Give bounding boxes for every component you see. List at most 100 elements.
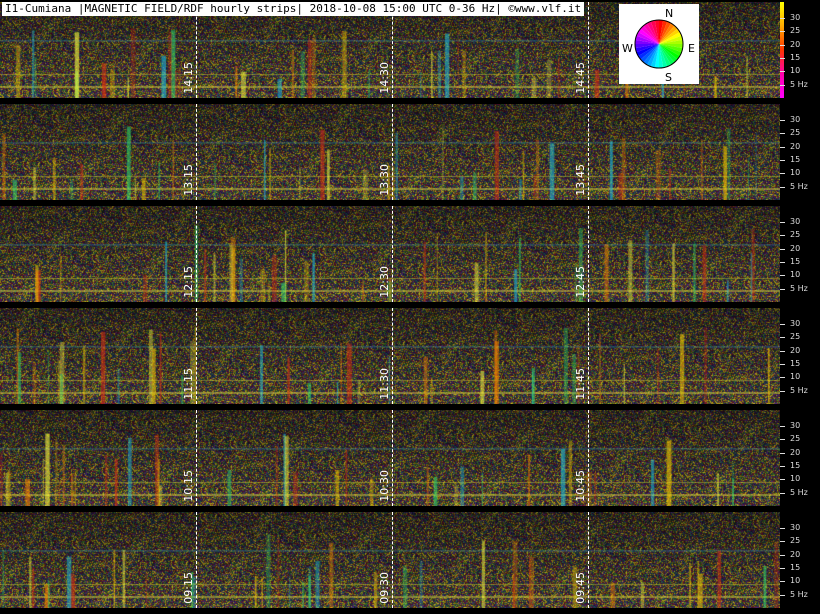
frequency-tick xyxy=(780,235,785,237)
frequency-tick xyxy=(780,452,785,454)
time-marker-label: 10:45 xyxy=(574,470,587,502)
time-marker-label: 13:30 xyxy=(378,164,391,196)
hourly-strip: 09:15 09:30 09:45 xyxy=(0,512,780,608)
frequency-tick-label: 30 xyxy=(790,217,801,226)
frequency-tick xyxy=(780,58,785,59)
frequency-tick xyxy=(780,71,785,73)
frequency-scale: 30 25 20 15 10 5 Hz xyxy=(780,2,820,98)
frequency-tick-label: 10 xyxy=(790,576,801,586)
frequency-tick-label: 20 xyxy=(790,345,801,355)
quarter-hour-divider xyxy=(196,104,197,200)
chart-title: I1-Cumiana |MAGNETIC FIELD/RDF hourly st… xyxy=(2,2,585,16)
frequency-tick-label: 30 xyxy=(790,523,801,532)
time-marker-label: 12:45 xyxy=(574,266,587,298)
hourly-strip: 11:15 11:30 11:45 xyxy=(0,308,780,404)
time-marker-label: 10:15 xyxy=(182,470,195,502)
frequency-tick-label: 20 xyxy=(790,243,801,253)
frequency-tick-label: 15 xyxy=(790,257,801,266)
frequency-tick-label: 25 xyxy=(790,536,801,546)
frequency-tick xyxy=(780,541,785,543)
spectrogram-area: 14:15 14:30 14:45 13:15 13:30 13:45 12:15 12:30… xyxy=(0,0,780,614)
quarter-hour-divider xyxy=(588,206,589,302)
quarter-hour-divider xyxy=(196,410,197,506)
quarter-hour-divider xyxy=(196,308,197,404)
frequency-tick-label: 30 xyxy=(790,421,801,430)
frequency-tick xyxy=(780,492,785,494)
frequency-tick xyxy=(780,364,785,365)
frequency-tick xyxy=(780,222,785,223)
frequency-tick xyxy=(780,146,785,148)
time-marker-label: 11:30 xyxy=(378,368,391,400)
time-marker-label: 11:45 xyxy=(574,368,587,400)
frequency-tick xyxy=(780,120,785,121)
frequency-tick xyxy=(780,568,785,569)
frequency-scale: 30 25 20 15 10 5 Hz xyxy=(780,512,820,608)
time-marker-label: 12:30 xyxy=(378,266,391,298)
compass-west-label: W xyxy=(622,42,633,55)
frequency-tick-label: 25 xyxy=(790,128,801,138)
compass-south-label: S xyxy=(665,71,672,84)
frequency-tick-label: 5 Hz xyxy=(790,79,808,89)
quarter-hour-divider xyxy=(392,206,393,302)
frequency-tick-label: 5 Hz xyxy=(790,181,808,191)
frequency-tick-label: 20 xyxy=(790,39,801,49)
frequency-tick xyxy=(780,439,785,441)
frequency-tick-label: 20 xyxy=(790,447,801,457)
time-marker-label: 09:15 xyxy=(182,572,195,604)
quarter-hour-divider xyxy=(392,410,393,506)
frequency-tick xyxy=(780,377,785,379)
frequency-tick-label: 25 xyxy=(790,26,801,36)
quarter-hour-divider xyxy=(196,206,197,302)
frequency-scale: 30 25 20 15 10 5 Hz xyxy=(780,308,820,404)
frequency-tick xyxy=(780,275,785,277)
frequency-tick xyxy=(780,31,785,33)
frequency-tick-label: 30 xyxy=(790,115,801,124)
frequency-tick-label: 25 xyxy=(790,434,801,444)
frequency-tick xyxy=(780,350,785,352)
frequency-tick-label: 30 xyxy=(790,13,801,22)
hourly-strip: 13:15 13:30 13:45 xyxy=(0,104,780,200)
frequency-tick-label: 10 xyxy=(790,474,801,484)
frequency-tick xyxy=(780,324,785,325)
frequency-scale: 30 25 20 15 10 5 Hz xyxy=(780,410,820,506)
time-marker-label: 13:45 xyxy=(574,164,587,196)
frequency-tick-label: 30 xyxy=(790,319,801,328)
time-marker-label: 14:45 xyxy=(574,62,587,94)
frequency-scale: 30 25 20 15 10 5 Hz xyxy=(780,104,820,200)
frequency-tick-label: 5 Hz xyxy=(790,487,808,497)
frequency-tick xyxy=(780,288,785,290)
frequency-tick xyxy=(780,84,785,86)
frequency-tick xyxy=(780,528,785,529)
frequency-tick xyxy=(780,173,785,175)
compass-graphic: N S E W xyxy=(622,7,695,84)
quarter-hour-divider xyxy=(392,512,393,608)
frequency-tick-label: 10 xyxy=(790,372,801,382)
frequency-tick-label: 15 xyxy=(790,563,801,572)
time-marker-label: 10:30 xyxy=(378,470,391,502)
frequency-tick xyxy=(780,18,785,19)
frequency-tick-label: 25 xyxy=(790,332,801,342)
frequency-tick-label: 10 xyxy=(790,66,801,76)
quarter-hour-divider xyxy=(588,410,589,506)
frequency-tick-label: 5 Hz xyxy=(790,589,808,599)
quarter-hour-divider xyxy=(392,104,393,200)
frequency-tick xyxy=(780,554,785,556)
frequency-tick xyxy=(780,262,785,263)
quarter-hour-divider xyxy=(588,308,589,404)
frequency-tick xyxy=(780,248,785,250)
compass-east-label: E xyxy=(688,42,695,55)
quarter-hour-divider xyxy=(196,2,197,98)
frequency-tick-label: 5 Hz xyxy=(790,283,808,293)
frequency-tick xyxy=(780,426,785,427)
time-marker-label: 09:45 xyxy=(574,572,587,604)
quarter-hour-divider xyxy=(588,512,589,608)
hourly-strip: 10:15 10:30 10:45 xyxy=(0,410,780,506)
frequency-tick xyxy=(780,160,785,161)
frequency-tick xyxy=(780,594,785,596)
frequency-tick-label: 15 xyxy=(790,53,801,62)
quarter-hour-divider xyxy=(588,104,589,200)
frequency-tick xyxy=(780,186,785,188)
time-marker-label: 14:30 xyxy=(378,62,391,94)
frequency-tick xyxy=(780,133,785,135)
frequency-scale: 30 25 20 15 10 5 Hz xyxy=(780,206,820,302)
